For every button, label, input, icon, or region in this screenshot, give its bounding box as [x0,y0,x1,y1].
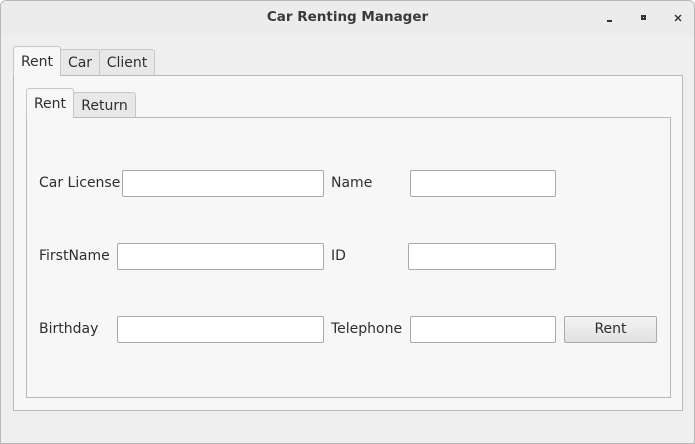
close-button[interactable] [669,9,687,27]
subtab-rent[interactable]: Rent [26,88,74,118]
close-icon [674,14,682,22]
id-label: ID [331,248,346,264]
tab-client[interactable]: Client [99,49,155,76]
first-name-label: FirstName [39,248,110,264]
telephone-label: Telephone [331,321,403,337]
tab-car[interactable]: Car [60,49,100,76]
minimize-button[interactable] [601,9,619,27]
id-input[interactable] [408,243,556,270]
birthday-input[interactable] [117,316,324,343]
name-label: Name [331,175,373,191]
name-input[interactable] [410,170,556,197]
app-window: Car Renting Manager Rent Car Client Rent… [0,0,695,444]
car-license-input[interactable] [122,170,324,197]
window-title: Car Renting Manager [266,9,429,25]
subtab-return[interactable]: Return [73,92,136,119]
birthday-label: Birthday [39,321,99,337]
first-name-input[interactable] [117,243,324,270]
telephone-input[interactable] [410,316,556,343]
title-bar[interactable]: Car Renting Manager [1,1,694,35]
tab-rent[interactable]: Rent [13,46,61,76]
maximize-icon [641,15,646,20]
maximize-button[interactable] [635,9,653,27]
rent-button[interactable]: Rent [564,316,657,343]
car-license-label: Car License [39,175,121,191]
minimize-icon [607,20,612,22]
